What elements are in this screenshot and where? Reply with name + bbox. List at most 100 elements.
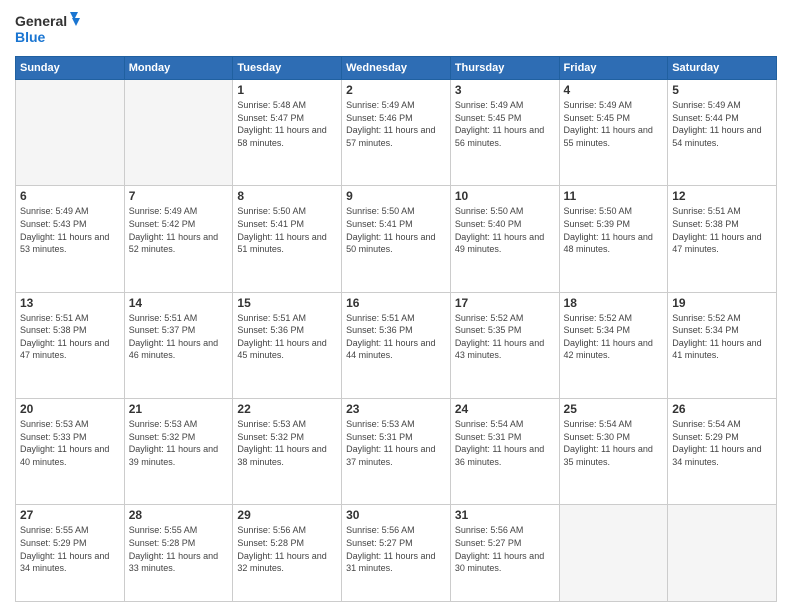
calendar-cell: 20Sunrise: 5:53 AMSunset: 5:33 PMDayligh… bbox=[16, 398, 125, 504]
daylight-text: Daylight: 11 hours and 50 minutes. bbox=[346, 231, 446, 256]
calendar-cell bbox=[16, 80, 125, 186]
daylight-text: Daylight: 11 hours and 42 minutes. bbox=[564, 337, 664, 362]
daylight-text: Daylight: 11 hours and 52 minutes. bbox=[129, 231, 229, 256]
sunrise-text: Sunrise: 5:51 AM bbox=[20, 312, 120, 325]
calendar-cell: 18 Sunrise: 5:52 AMSunset: 5:34 PMDayligh… bbox=[559, 292, 668, 398]
day-number: 6 bbox=[20, 189, 120, 203]
calendar-cell: 26Sunrise: 5:54 AMSunset: 5:29 PMDayligh… bbox=[668, 398, 777, 504]
sunrise-text: Sunrise: 5:53 AM bbox=[346, 418, 446, 431]
daylight-text: Daylight: 11 hours and 35 minutes. bbox=[564, 443, 664, 468]
day-number: 12 bbox=[672, 189, 772, 203]
day-number: 11 bbox=[564, 189, 664, 203]
calendar-cell: 15Sunrise: 5:51 AMSunset: 5:36 PMDayligh… bbox=[233, 292, 342, 398]
day-number: 30 bbox=[346, 508, 446, 522]
calendar-cell: 7 Sunrise: 5:49 AMSunset: 5:42 PMDaylight… bbox=[124, 186, 233, 292]
daylight-text: Daylight: 11 hours and 47 minutes. bbox=[672, 231, 772, 256]
sunrise-text: Sunrise: 5:54 AM bbox=[564, 418, 664, 431]
day-number: 9 bbox=[346, 189, 446, 203]
daylight-text: Daylight: 11 hours and 47 minutes. bbox=[20, 337, 120, 362]
daylight-text: Daylight: 11 hours and 48 minutes. bbox=[564, 231, 664, 256]
sunrise-text: Sunrise: 5:49 AM bbox=[20, 205, 120, 218]
day-number: 28 bbox=[129, 508, 229, 522]
sunset-text: Sunset: 5:40 PM bbox=[455, 218, 555, 231]
daylight-text: Daylight: 11 hours and 54 minutes. bbox=[672, 124, 772, 149]
day-number: 29 bbox=[237, 508, 337, 522]
sunrise-text: Sunrise: 5:50 AM bbox=[564, 205, 664, 218]
calendar-cell: 23 Sunrise: 5:53 AMSunset: 5:31 PMDayligh… bbox=[342, 398, 451, 504]
svg-text:Blue: Blue bbox=[15, 29, 46, 45]
logo: General Blue bbox=[15, 10, 80, 48]
sunrise-text: Sunrise: 5:50 AM bbox=[237, 205, 337, 218]
calendar-week-row: 1Sunrise: 5:48 AMSunset: 5:47 PMDaylight… bbox=[16, 80, 777, 186]
daylight-text: Daylight: 11 hours and 38 minutes. bbox=[237, 443, 337, 468]
calendar-cell: 3Sunrise: 5:49 AMSunset: 5:45 PMDaylight… bbox=[450, 80, 559, 186]
sunset-text: Sunset: 5:31 PM bbox=[346, 431, 446, 444]
sunset-text: Sunset: 5:35 PM bbox=[455, 324, 555, 337]
calendar-cell: 29Sunrise: 5:56 AMSunset: 5:28 PMDayligh… bbox=[233, 505, 342, 602]
day-number: 18 bbox=[564, 296, 664, 310]
calendar-cell: 2Sunrise: 5:49 AMSunset: 5:46 PMDaylight… bbox=[342, 80, 451, 186]
sunset-text: Sunset: 5:36 PM bbox=[346, 324, 446, 337]
sunset-text: Sunset: 5:34 PM bbox=[564, 324, 664, 337]
sunset-text: Sunset: 5:39 PM bbox=[564, 218, 664, 231]
weekday-header-row: SundayMondayTuesdayWednesdayThursdayFrid… bbox=[16, 57, 777, 80]
daylight-text: Daylight: 11 hours and 33 minutes. bbox=[129, 550, 229, 575]
day-number: 23 bbox=[346, 402, 446, 416]
calendar-cell: 30Sunrise: 5:56 AMSunset: 5:27 PMDayligh… bbox=[342, 505, 451, 602]
sunrise-text: Sunrise: 5:53 AM bbox=[20, 418, 120, 431]
day-number: 16 bbox=[346, 296, 446, 310]
day-number: 10 bbox=[455, 189, 555, 203]
sunrise-text: Sunrise: 5:50 AM bbox=[346, 205, 446, 218]
sunset-text: Sunset: 5:42 PM bbox=[129, 218, 229, 231]
sunrise-text: Sunrise: 5:49 AM bbox=[455, 99, 555, 112]
sunrise-text: Sunrise: 5:49 AM bbox=[346, 99, 446, 112]
daylight-text: Daylight: 11 hours and 37 minutes. bbox=[346, 443, 446, 468]
calendar-cell: 4Sunrise: 5:49 AMSunset: 5:45 PMDaylight… bbox=[559, 80, 668, 186]
sunset-text: Sunset: 5:34 PM bbox=[672, 324, 772, 337]
day-number: 5 bbox=[672, 83, 772, 97]
sunset-text: Sunset: 5:45 PM bbox=[564, 112, 664, 125]
weekday-header-sunday: Sunday bbox=[16, 57, 125, 80]
sunrise-text: Sunrise: 5:56 AM bbox=[237, 524, 337, 537]
sunrise-text: Sunrise: 5:53 AM bbox=[129, 418, 229, 431]
sunrise-text: Sunrise: 5:50 AM bbox=[455, 205, 555, 218]
weekday-header-saturday: Saturday bbox=[668, 57, 777, 80]
daylight-text: Daylight: 11 hours and 43 minutes. bbox=[455, 337, 555, 362]
weekday-header-tuesday: Tuesday bbox=[233, 57, 342, 80]
calendar-week-row: 13Sunrise: 5:51 AMSunset: 5:38 PMDayligh… bbox=[16, 292, 777, 398]
day-number: 21 bbox=[129, 402, 229, 416]
sunrise-text: Sunrise: 5:51 AM bbox=[672, 205, 772, 218]
calendar-cell: 24Sunrise: 5:54 AMSunset: 5:31 PMDayligh… bbox=[450, 398, 559, 504]
calendar-page: General Blue SundayMondayTuesdayWednesda… bbox=[0, 0, 792, 612]
day-number: 7 bbox=[129, 189, 229, 203]
sunrise-text: Sunrise: 5:49 AM bbox=[129, 205, 229, 218]
weekday-header-friday: Friday bbox=[559, 57, 668, 80]
daylight-text: Daylight: 11 hours and 49 minutes. bbox=[455, 231, 555, 256]
calendar-cell: 31Sunrise: 5:56 AMSunset: 5:27 PMDayligh… bbox=[450, 505, 559, 602]
day-number: 1 bbox=[237, 83, 337, 97]
sunrise-text: Sunrise: 5:55 AM bbox=[20, 524, 120, 537]
sunrise-text: Sunrise: 5:52 AM bbox=[564, 312, 664, 325]
sunset-text: Sunset: 5:44 PM bbox=[672, 112, 772, 125]
daylight-text: Daylight: 11 hours and 30 minutes. bbox=[455, 550, 555, 575]
weekday-header-monday: Monday bbox=[124, 57, 233, 80]
calendar-week-row: 20Sunrise: 5:53 AMSunset: 5:33 PMDayligh… bbox=[16, 398, 777, 504]
logo-svg: General Blue bbox=[15, 10, 80, 48]
calendar-cell: 14Sunrise: 5:51 AMSunset: 5:37 PMDayligh… bbox=[124, 292, 233, 398]
calendar-cell: 6Sunrise: 5:49 AMSunset: 5:43 PMDaylight… bbox=[16, 186, 125, 292]
calendar-cell: 21Sunrise: 5:53 AMSunset: 5:32 PMDayligh… bbox=[124, 398, 233, 504]
day-number: 4 bbox=[564, 83, 664, 97]
daylight-text: Daylight: 11 hours and 46 minutes. bbox=[129, 337, 229, 362]
calendar-cell: 27Sunrise: 5:55 AMSunset: 5:29 PMDayligh… bbox=[16, 505, 125, 602]
sunrise-text: Sunrise: 5:52 AM bbox=[672, 312, 772, 325]
calendar-cell: 16Sunrise: 5:51 AMSunset: 5:36 PMDayligh… bbox=[342, 292, 451, 398]
calendar-cell: 28Sunrise: 5:55 AMSunset: 5:28 PMDayligh… bbox=[124, 505, 233, 602]
day-number: 2 bbox=[346, 83, 446, 97]
sunrise-text: Sunrise: 5:54 AM bbox=[672, 418, 772, 431]
calendar-table: SundayMondayTuesdayWednesdayThursdayFrid… bbox=[15, 56, 777, 602]
sunset-text: Sunset: 5:28 PM bbox=[237, 537, 337, 550]
sunset-text: Sunset: 5:45 PM bbox=[455, 112, 555, 125]
daylight-text: Daylight: 11 hours and 36 minutes. bbox=[455, 443, 555, 468]
sunset-text: Sunset: 5:29 PM bbox=[20, 537, 120, 550]
day-number: 13 bbox=[20, 296, 120, 310]
